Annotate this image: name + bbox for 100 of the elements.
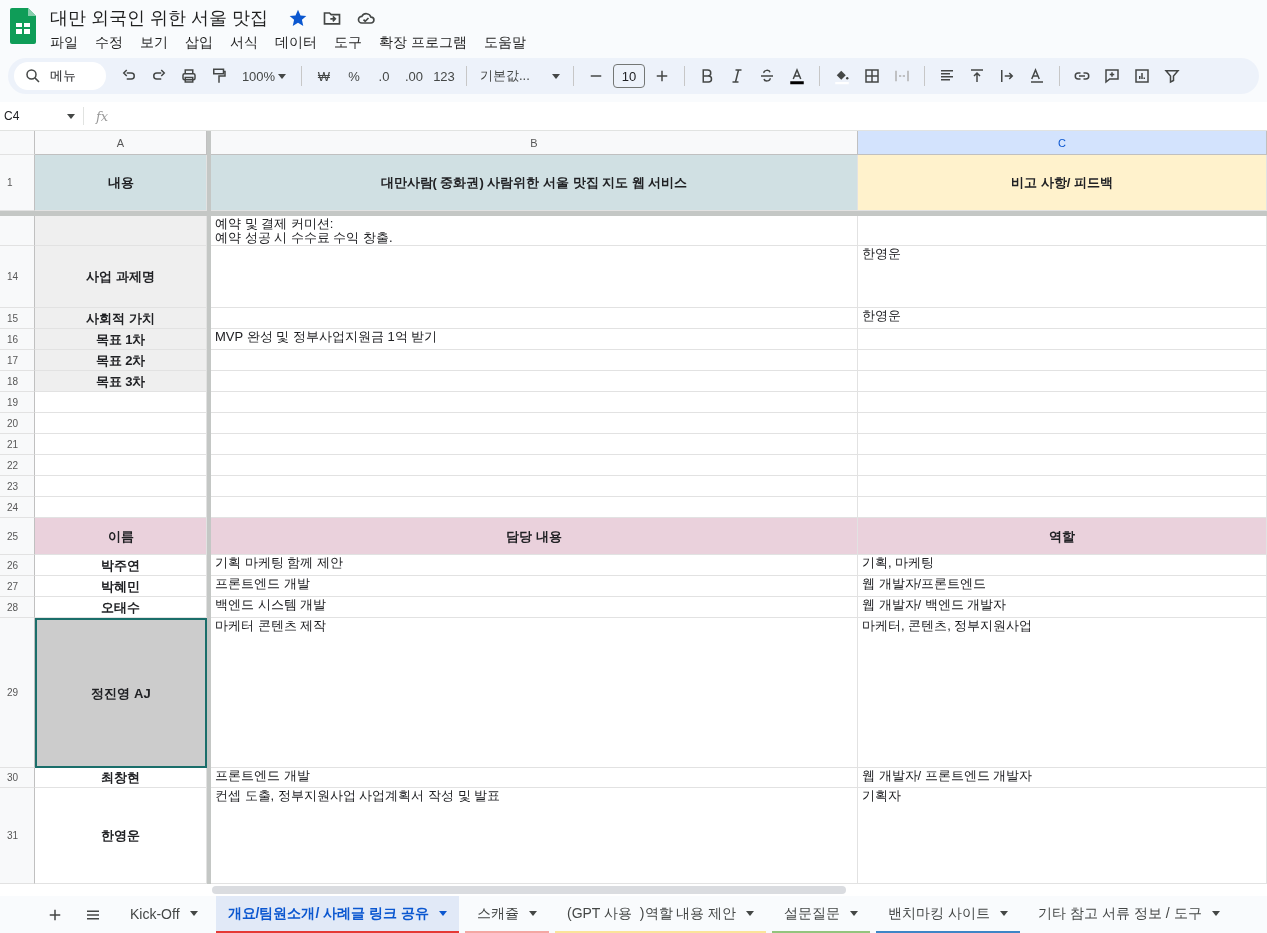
table-cell: 담당 내용 xyxy=(211,518,858,555)
row-header[interactable]: 19 xyxy=(0,392,35,413)
row-header[interactable]: 25 xyxy=(0,518,35,555)
table-cell: 프론트엔드 개발 xyxy=(211,576,858,597)
scrollbar-thumb[interactable] xyxy=(212,886,846,894)
table-cell: 웹 개발자/프론트엔드 xyxy=(858,576,1267,597)
row-header[interactable]: 26 xyxy=(0,555,35,576)
table-cell: MVP 완성 및 정부사업지원금 1억 받기 xyxy=(211,329,858,350)
caret-icon[interactable] xyxy=(746,911,755,916)
menu-item[interactable]: 보기 xyxy=(140,34,176,52)
caret-icon[interactable] xyxy=(529,911,537,916)
table-cell: 기획, 마케팅 xyxy=(858,555,1267,576)
search-label: 메뉴 xyxy=(50,67,76,85)
table-cell: 웹 개발자/ 백엔드 개발자 xyxy=(858,597,1267,618)
search-menus-field[interactable]: 메뉴 xyxy=(14,62,106,90)
menu-item[interactable]: 서식 xyxy=(230,34,266,52)
column-header[interactable]: A xyxy=(35,131,207,155)
table-cell: 이름 xyxy=(35,518,207,555)
row-header[interactable]: 15 xyxy=(0,308,35,329)
menu-item[interactable]: 파일 xyxy=(50,34,86,52)
row-header[interactable]: 24 xyxy=(0,497,35,518)
caret-icon[interactable] xyxy=(552,73,560,79)
table-cell: 목표 2차 xyxy=(35,350,207,371)
caret-icon[interactable] xyxy=(850,911,859,916)
row-header[interactable]: 27 xyxy=(0,576,35,597)
sheet-tab[interactable]: 밴치마킹 사이트 xyxy=(876,896,1021,933)
spreadsheet-logo-icon[interactable] xyxy=(10,8,36,44)
menu-item[interactable]: 데이터 xyxy=(275,34,325,52)
paint-roller-icon[interactable] xyxy=(210,67,228,85)
font-size-field[interactable]: 10 xyxy=(613,64,645,88)
table-cell: 웹 개발자/ 프론트엔드 개발자 xyxy=(858,768,1267,788)
caret-icon[interactable] xyxy=(1000,911,1009,916)
row-header[interactable]: 29 xyxy=(0,618,35,768)
font-select[interactable]: 기본값... xyxy=(476,63,564,89)
cell-reference: C4 xyxy=(4,109,20,123)
row-header[interactable]: 31 xyxy=(0,788,35,884)
row-header[interactable]: 14 xyxy=(0,246,35,308)
row-header[interactable]: 23 xyxy=(0,476,35,497)
row-header[interactable]: 17 xyxy=(0,350,35,371)
decrease-decimal-button[interactable]: .0 xyxy=(371,63,397,89)
column-header[interactable]: C xyxy=(858,131,1267,155)
search-icon[interactable] xyxy=(24,67,42,85)
star-icon[interactable] xyxy=(288,8,308,28)
row-header[interactable]: 1 xyxy=(0,155,35,211)
table-cell: 마케터 콘텐츠 제작 xyxy=(211,618,858,768)
row-header[interactable]: 22 xyxy=(0,455,35,476)
zoom-select[interactable]: 100% xyxy=(236,63,292,89)
name-box[interactable]: C4 xyxy=(0,107,84,125)
text-color-icon[interactable] xyxy=(788,67,806,85)
table-cell: 사업 과제명 xyxy=(35,246,207,308)
sheet-tab[interactable]: 스캐쥴 xyxy=(465,896,549,933)
caret-icon[interactable] xyxy=(67,113,75,119)
filter-icon[interactable] xyxy=(1163,67,1181,85)
row-header[interactable]: 16 xyxy=(0,329,35,350)
number-format-button[interactable]: 123 xyxy=(431,63,457,89)
sheet-tab[interactable]: 개요/팀원소개/ 사례글 링크 공유 xyxy=(215,896,459,933)
caret-icon[interactable] xyxy=(189,911,198,916)
table-cell: 내용 xyxy=(35,155,207,211)
print-icon[interactable] xyxy=(180,67,198,85)
table-cell: 역할 xyxy=(858,518,1267,555)
strikethrough-icon[interactable] xyxy=(758,67,776,85)
row-header[interactable]: 20 xyxy=(0,413,35,434)
table-cell: 백엔드 시스템 개발 xyxy=(211,597,858,618)
table-cell: 사회적 가치 xyxy=(35,308,207,329)
menu-item[interactable]: 도움말 xyxy=(483,34,534,52)
table-cell: 프론트엔드 개발 xyxy=(211,768,858,788)
vertical-align-top-icon[interactable] xyxy=(968,67,986,85)
caret-icon[interactable] xyxy=(278,73,287,79)
borders-icon[interactable] xyxy=(863,67,881,85)
table-cell: 한영운 xyxy=(858,308,1267,329)
sheet-tab[interactable]: 기타 참고 서류 정보 / 도구 xyxy=(1026,896,1232,933)
sheet-tab[interactable]: 설문질문 xyxy=(772,896,871,933)
increase-decimal-button[interactable]: .00 xyxy=(401,63,427,89)
row-header[interactable]: 30 xyxy=(0,768,35,788)
text-rotation-icon[interactable] xyxy=(1028,67,1046,85)
table-cell: 목표 1차 xyxy=(35,329,207,350)
caret-icon[interactable] xyxy=(439,911,447,916)
table-cell: 예약 및 결제 커미션: 예약 성공 시 수수료 수익 창출. xyxy=(211,216,858,246)
menu-item[interactable]: 삽입 xyxy=(185,34,221,52)
sheet-tab[interactable]: Kick-Off xyxy=(118,896,210,933)
row-header[interactable]: 18 xyxy=(0,371,35,392)
table-cell: 정진영 AJ xyxy=(35,618,207,768)
comment-icon[interactable] xyxy=(1103,67,1121,85)
menu-item[interactable]: 도구 xyxy=(334,34,370,52)
table-cell: 비고 사항/ 피드백 xyxy=(858,155,1267,211)
currency-format-button[interactable]: ₩ xyxy=(311,63,337,89)
column-header[interactable]: B xyxy=(211,131,858,155)
document-title[interactable]: 대만 외국인 위한 서울 맛집 xyxy=(50,6,268,30)
text-wrap-icon[interactable] xyxy=(998,67,1016,85)
row-header[interactable]: 21 xyxy=(0,434,35,455)
table-cell: 최창현 xyxy=(35,768,207,788)
menu-item[interactable]: 수정 xyxy=(95,34,131,52)
percent-format-button[interactable]: % xyxy=(341,63,367,89)
caret-icon[interactable] xyxy=(1211,911,1220,916)
chart-icon[interactable] xyxy=(1133,67,1151,85)
row-header[interactable]: 28 xyxy=(0,597,35,618)
sheet-tab[interactable]: (GPT 사용 )역할 내용 제안 xyxy=(555,896,767,933)
table-cell: 한영운 xyxy=(858,246,1267,308)
function-label: fx xyxy=(96,108,109,124)
menu-item[interactable]: 확장 프로그램 xyxy=(379,34,475,52)
